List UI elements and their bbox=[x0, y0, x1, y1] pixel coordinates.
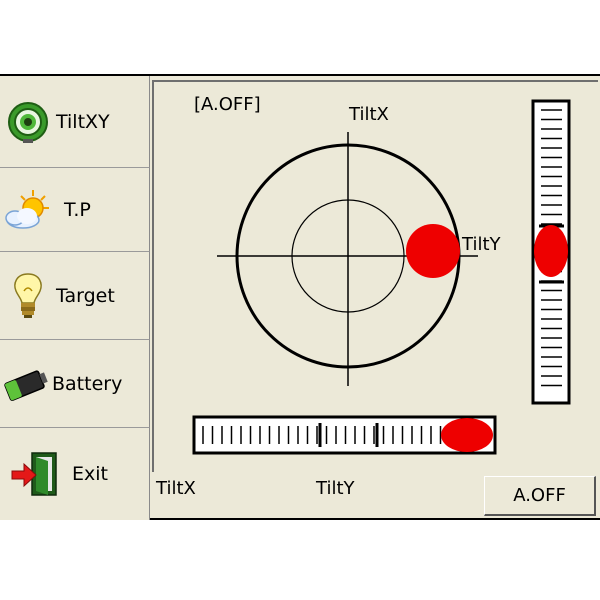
vertical-tilt-gauge bbox=[531, 99, 571, 405]
tilt-app-window: TiltXY T.P Target Battery Exit [A.OFF] T… bbox=[0, 74, 600, 520]
horizontal-tilt-gauge bbox=[192, 415, 497, 455]
vertical-gauge-bubble bbox=[534, 225, 568, 277]
horizontal-gauge-bubble bbox=[441, 418, 493, 452]
status-tilt-y: TiltY bbox=[316, 478, 355, 499]
auto-off-button[interactable]: A.OFF bbox=[484, 476, 596, 516]
tilt-graphics bbox=[192, 99, 571, 455]
tilt-bubble bbox=[406, 224, 460, 278]
tilt-target-reticle bbox=[217, 132, 478, 386]
status-tilt-x: TiltX bbox=[156, 478, 196, 499]
